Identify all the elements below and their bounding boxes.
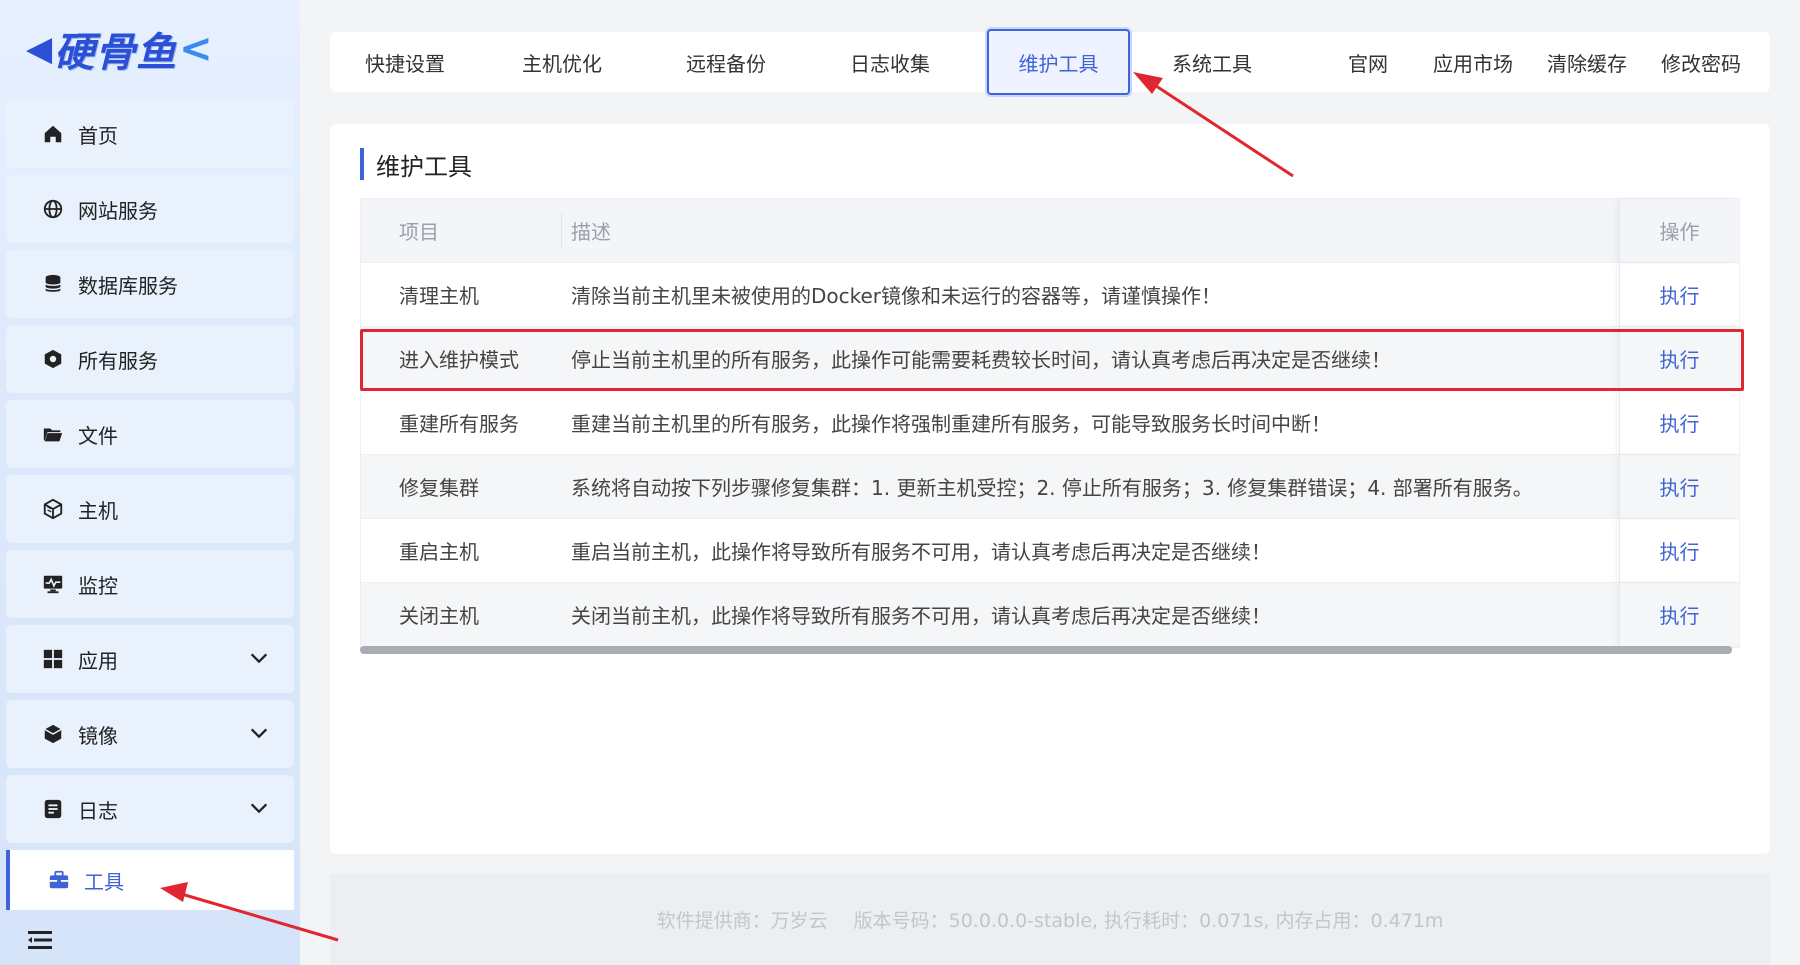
folder-icon <box>40 421 66 447</box>
table-row: 修复集群 系统将自动按下列步骤修复集群：1. 更新主机受控；2. 停止所有服务；… <box>361 455 1739 519</box>
sidebar-item-label: 工具 <box>84 869 124 894</box>
row-desc: 重建当前主机里的所有服务，此操作将强制重建所有服务，可能导致服务长时间中断！ <box>571 412 1331 436</box>
sidebar-item-hosts[interactable]: 主机 <box>6 475 294 543</box>
logo-text: 硬骨鱼 <box>54 29 178 76</box>
grid-icon <box>40 646 66 672</box>
table-row: 重建所有服务 重建当前主机里的所有服务，此操作将强制重建所有服务，可能导致服务长… <box>361 391 1739 455</box>
horizontal-scrollbar[interactable] <box>360 646 1732 654</box>
globe-icon <box>40 196 66 222</box>
panel-title: 维护工具 <box>360 148 472 181</box>
row-item: 进入维护模式 <box>399 348 519 372</box>
column-header-desc: 描述 <box>571 220 611 244</box>
tab-log-collection[interactable]: 日志收集 <box>808 32 972 92</box>
tab-system-tools[interactable]: 系统工具 <box>1130 32 1294 92</box>
sidebar: ◀ 硬骨鱼 < 首页 网站服务 数据库服务 所有服务 文件 主机 监控 应用 镜… <box>0 0 300 965</box>
monitor-icon <box>40 571 66 597</box>
tab-change-password[interactable]: 修改密码 <box>1648 32 1754 92</box>
sidebar-item-label: 镜像 <box>78 723 118 748</box>
sidebar-item-files[interactable]: 文件 <box>6 400 294 468</box>
execute-button[interactable]: 执行 <box>1619 455 1739 518</box>
tab-official-site[interactable]: 官网 <box>1338 32 1398 92</box>
sidebar-item-home[interactable]: 首页 <box>6 100 294 168</box>
log-icon <box>40 796 66 822</box>
sidebar-item-label: 网站服务 <box>78 198 158 223</box>
execute-button[interactable]: 执行 <box>1619 327 1739 390</box>
chevron-down-icon[interactable] <box>248 797 270 819</box>
execute-button[interactable]: 执行 <box>1619 519 1739 582</box>
home-icon <box>40 121 66 147</box>
row-item: 清理主机 <box>399 284 479 308</box>
sidebar-item-website-services[interactable]: 网站服务 <box>6 175 294 243</box>
tab-app-market[interactable]: 应用市场 <box>1418 32 1528 92</box>
fish-tail-icon: < <box>179 26 213 72</box>
sidebar-item-apps[interactable]: 应用 <box>6 625 294 693</box>
row-item: 重建所有服务 <box>399 412 519 436</box>
sidebar-item-logs[interactable]: 日志 <box>6 775 294 843</box>
row-item: 关闭主机 <box>399 604 479 628</box>
column-header-action: 操作 <box>1619 199 1739 262</box>
sidebar-item-images[interactable]: 镜像 <box>6 700 294 768</box>
services-icon <box>40 346 66 372</box>
table-row: 重启主机 重启当前主机，此操作将导致所有服务不可用，请认真考虑后再决定是否继续！… <box>361 519 1739 583</box>
sidebar-item-label: 日志 <box>78 798 118 823</box>
sidebar-item-all-services[interactable]: 所有服务 <box>6 325 294 393</box>
sidebar-item-label: 首页 <box>78 123 118 148</box>
table-row: 关闭主机 关闭当前主机，此操作将导致所有服务不可用，请认真考虑后再决定是否继续！… <box>361 583 1739 647</box>
execute-button[interactable]: 执行 <box>1619 263 1739 326</box>
sidebar-item-label: 数据库服务 <box>78 273 178 298</box>
tab-remote-backup[interactable]: 远程备份 <box>644 32 808 92</box>
tab-clear-cache[interactable]: 清除缓存 <box>1534 32 1640 92</box>
maintenance-table: 项目 描述 操作 清理主机 清除当前主机里未被使用的Docker镜像和未运行的容… <box>360 198 1740 648</box>
box-icon <box>40 721 66 747</box>
sidebar-item-label: 应用 <box>78 648 118 673</box>
sidebar-item-monitoring[interactable]: 监控 <box>6 550 294 618</box>
table-row: 清理主机 清除当前主机里未被使用的Docker镜像和未运行的容器等，请谨慎操作！… <box>361 263 1739 327</box>
tab-quick-settings[interactable]: 快捷设置 <box>330 32 480 92</box>
sidebar-item-tools[interactable]: 工具 <box>6 850 294 910</box>
sidebar-item-label: 主机 <box>78 498 118 523</box>
chevron-down-icon[interactable] <box>248 722 270 744</box>
row-item: 重启主机 <box>399 540 479 564</box>
tab-maintenance-tools[interactable]: 维护工具 <box>987 29 1130 95</box>
maintenance-panel: 维护工具 项目 描述 操作 清理主机 清除当前主机里未被使用的Docker镜像和… <box>330 124 1770 854</box>
row-desc: 清除当前主机里未被使用的Docker镜像和未运行的容器等，请谨慎操作！ <box>571 284 1222 308</box>
tab-host-optimization[interactable]: 主机优化 <box>480 32 644 92</box>
sidebar-item-label: 所有服务 <box>78 348 158 373</box>
column-header-item: 项目 <box>399 220 439 244</box>
footer: 软件提供商：万岁云 版本号码：50.0.0.0-stable, 执行耗时：0.0… <box>330 906 1770 933</box>
menu-collapse-icon[interactable] <box>28 930 52 950</box>
chevron-down-icon[interactable] <box>248 647 270 669</box>
footer-provider: 软件提供商：万岁云 <box>656 910 828 932</box>
cube-icon <box>40 496 66 522</box>
row-desc: 系统将自动按下列步骤修复集群：1. 更新主机受控；2. 停止所有服务；3. 修复… <box>571 476 1533 500</box>
row-item: 修复集群 <box>399 476 479 500</box>
sidebar-item-label: 文件 <box>78 423 118 448</box>
sidebar-menu: 首页 网站服务 数据库服务 所有服务 文件 主机 监控 应用 镜像 日志 工具 <box>6 100 294 917</box>
execute-button[interactable]: 执行 <box>1619 391 1739 454</box>
row-desc: 重启当前主机，此操作将导致所有服务不可用，请认真考虑后再决定是否继续！ <box>571 540 1271 564</box>
footer-version: 版本号码：50.0.0.0-stable, 执行耗时：0.071s, 内存占用：… <box>853 910 1444 932</box>
sidebar-item-label: 监控 <box>78 573 118 598</box>
database-icon <box>40 271 66 297</box>
table-header: 项目 描述 操作 <box>361 199 1739 263</box>
toolbox-icon <box>46 867 72 893</box>
top-tab-bar: 快捷设置 主机优化 远程备份 日志收集 维护工具 系统工具 官网 应用市场 清除… <box>330 29 1770 95</box>
sidebar-item-database-services[interactable]: 数据库服务 <box>6 250 294 318</box>
logo[interactable]: ◀ 硬骨鱼 < <box>26 18 216 80</box>
column-divider <box>561 213 562 249</box>
row-desc: 停止当前主机里的所有服务，此操作可能需要耗费较长时间，请认真考虑后再决定是否继续… <box>571 348 1391 372</box>
execute-button[interactable]: 执行 <box>1619 583 1739 646</box>
table-row: 进入维护模式 停止当前主机里的所有服务，此操作可能需要耗费较长时间，请认真考虑后… <box>361 327 1739 391</box>
fish-head-icon: ◀ <box>26 29 53 69</box>
row-desc: 关闭当前主机，此操作将导致所有服务不可用，请认真考虑后再决定是否继续！ <box>571 604 1271 628</box>
